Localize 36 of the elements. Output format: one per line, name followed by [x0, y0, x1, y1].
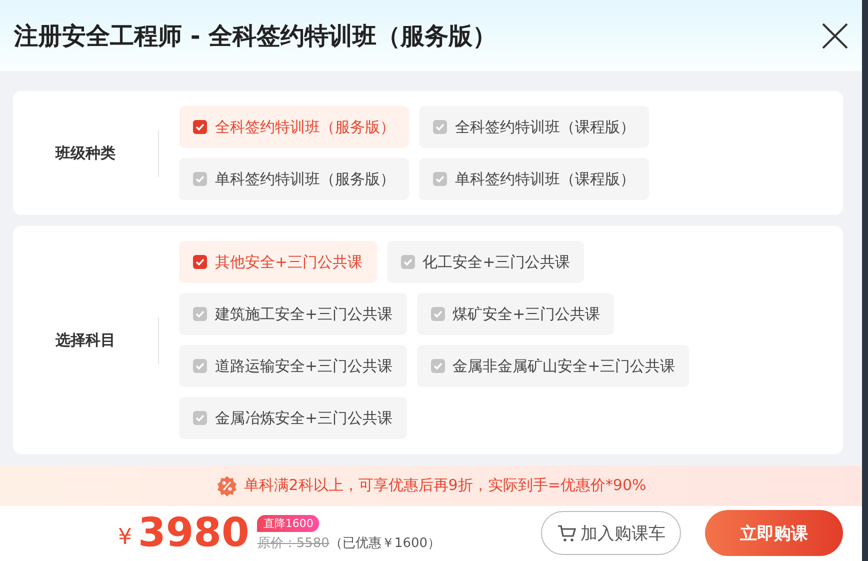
currency-symbol: ¥	[118, 524, 132, 550]
checkbox-icon	[193, 411, 207, 426]
add-to-cart-button[interactable]: 加入购课车	[541, 511, 681, 556]
original-price: 原价：5580	[257, 534, 330, 552]
discount-icon	[216, 474, 238, 497]
checkbox-icon	[193, 172, 207, 186]
checkbox-icon	[193, 359, 207, 374]
checkbox-icon	[433, 172, 447, 186]
option-chip[interactable]: 金属冶炼安全+三门公共课	[179, 397, 407, 440]
option-chip[interactable]: 化工安全+三门公共课	[386, 241, 584, 284]
section-label: 班级种类	[13, 130, 159, 177]
price: 3980	[138, 510, 250, 556]
checkbox-icon	[193, 255, 207, 270]
promo-text: 单科满2科以上，可享优惠后再9折，实际到手=优惠价*90%	[244, 476, 646, 496]
option-chip[interactable]: 全科签约特训班（课程版）	[419, 106, 649, 148]
discount-badge: 直降1600	[257, 514, 320, 532]
checkbox-icon	[430, 359, 445, 374]
option-chip[interactable]: 其他安全+三门公共课	[179, 241, 377, 284]
option-chip[interactable]: 道路运输安全+三门公共课	[179, 345, 407, 388]
option-chip[interactable]: 单科签约特训班（服务版）	[179, 158, 409, 200]
dialog-title: 注册安全工程师 - 全科签约特训班（服务版）	[14, 20, 497, 52]
checkbox-icon	[193, 120, 207, 134]
checkbox-icon	[433, 120, 447, 134]
checkbox-icon	[193, 307, 207, 322]
checkbox-icon	[400, 255, 415, 270]
option-chip[interactable]: 金属非金属矿山安全+三门公共课	[416, 345, 690, 388]
option-chip[interactable]: 煤矿安全+三门公共课	[416, 293, 614, 336]
buy-now-button[interactable]: 立即购课	[705, 510, 843, 556]
close-icon[interactable]	[822, 22, 848, 49]
option-chip[interactable]: 建筑施工安全+三门公共课	[179, 293, 407, 336]
saved-amount: （已优惠￥1600）	[329, 534, 441, 552]
option-chip[interactable]: 全科签约特训班（服务版）	[179, 106, 409, 148]
checkbox-icon	[430, 307, 445, 322]
cart-icon	[556, 523, 576, 544]
section-label: 选择科目	[13, 316, 159, 364]
option-chip[interactable]: 单科签约特训班（课程版）	[419, 158, 649, 200]
